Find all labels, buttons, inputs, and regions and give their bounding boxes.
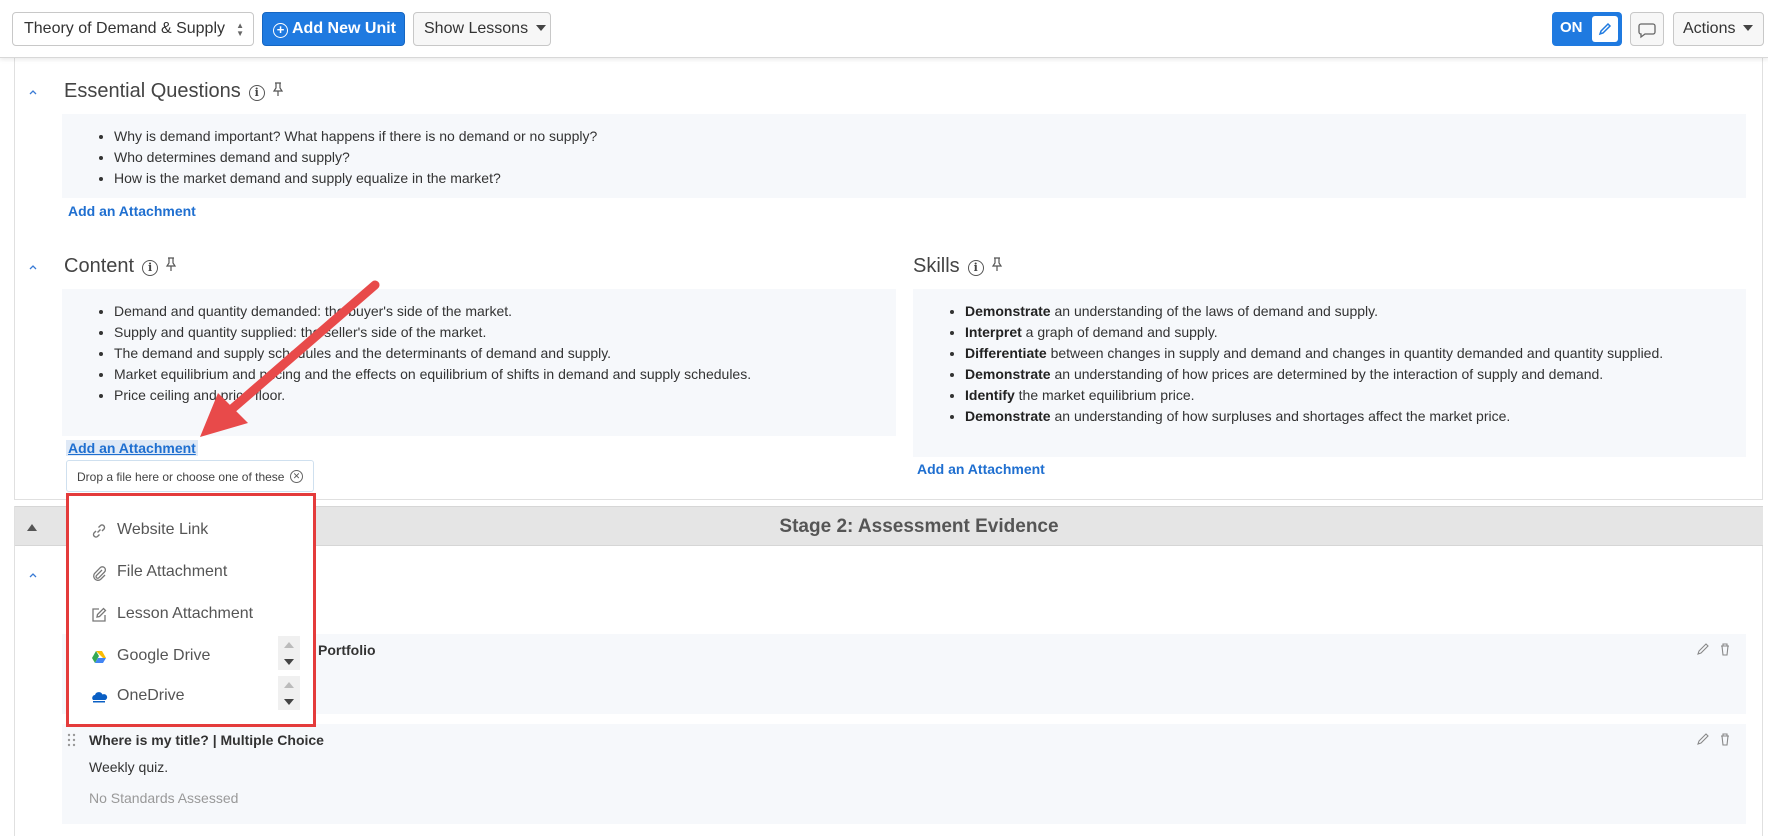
pin-icon[interactable]	[164, 256, 178, 272]
edit-icon[interactable]	[1696, 642, 1710, 656]
content-title: Content	[64, 255, 135, 277]
comment-button[interactable]	[1630, 12, 1664, 46]
onedrive-option[interactable]: OneDrive	[69, 676, 313, 716]
row-actions	[1696, 732, 1732, 751]
skill-verb: Demonstrate	[965, 408, 1051, 424]
list-item: How is the market demand and supply equa…	[114, 168, 1746, 189]
list-item: Identify the market equilibrium price.	[965, 385, 1746, 406]
list-item: Differentiate between changes in supply …	[965, 343, 1746, 364]
add-new-unit-button[interactable]: + Add New Unit	[262, 12, 405, 46]
skill-text: an understanding of how prices are deter…	[1050, 366, 1604, 382]
content-add-attachment-link[interactable]: Add an Attachment	[66, 440, 198, 456]
content-heading: Content i	[64, 255, 178, 278]
comment-icon	[1638, 23, 1656, 39]
google-drive-scroll-stepper[interactable]	[278, 636, 300, 670]
skill-verb: Differentiate	[965, 345, 1047, 361]
essential-questions-add-attachment-link[interactable]: Add an Attachment	[68, 203, 196, 219]
select-arrows-icon: ▲ ▼	[236, 21, 244, 38]
skill-text: the market equilibrium price.	[1014, 387, 1195, 403]
info-icon[interactable]: i	[142, 260, 159, 276]
link-icon	[92, 524, 106, 538]
plus-circle-icon: +	[273, 23, 288, 38]
assessment-item: Where is my title? | Multiple Choice Wee…	[62, 724, 1746, 824]
skill-verb: Identify	[965, 387, 1015, 403]
option-label: Google Drive	[117, 647, 211, 664]
assessment-title: Where is my title? | Multiple Choice	[89, 732, 324, 748]
file-attachment-option[interactable]: File Attachment	[69, 552, 313, 592]
unit-select[interactable]: Theory of Demand & Supply ▲ ▼	[12, 12, 254, 46]
arrow-up-icon[interactable]	[284, 682, 294, 688]
add-new-unit-label: Add New Unit	[292, 20, 396, 37]
attachment-drop-tip[interactable]: Drop a file here or choose one of these …	[66, 460, 314, 492]
row-actions	[1696, 642, 1732, 661]
arrow-up-icon[interactable]	[284, 642, 294, 648]
caret-down-icon	[1743, 25, 1754, 31]
website-link-option[interactable]: Website Link	[69, 510, 313, 550]
attachment-options-menu: Website Link File Attachment Lesson Atta…	[66, 493, 316, 727]
show-lessons-label: Show Lessons	[424, 20, 529, 37]
assessment-description: Weekly quiz.	[89, 759, 169, 775]
list-item: Demonstrate an understanding of how surp…	[965, 406, 1746, 427]
pin-icon[interactable]	[990, 256, 1004, 272]
onedrive-icon	[92, 692, 108, 703]
skills-title: Skills	[913, 255, 960, 277]
edit-icon[interactable]	[1696, 732, 1710, 746]
list-item: Who determines demand and supply?	[114, 147, 1746, 168]
essential-questions-heading: Essential Questions i	[64, 80, 285, 103]
content-panel: Demand and quantity demanded: the buyer'…	[62, 289, 896, 436]
paperclip-icon	[93, 566, 107, 581]
caret-down-icon	[536, 25, 547, 31]
toggle-label: ON	[1560, 19, 1583, 36]
edit-mode-toggle[interactable]: ON	[1552, 12, 1622, 46]
skill-text: an understanding of the laws of demand a…	[1050, 303, 1379, 319]
list-item: Interpret a graph of demand and supply.	[965, 322, 1746, 343]
skill-verb: Demonstrate	[965, 303, 1051, 319]
info-icon[interactable]: i	[967, 260, 984, 276]
option-label: Lesson Attachment	[117, 605, 254, 622]
standards-note: No Standards Assessed	[89, 790, 239, 806]
list-item: Why is demand important? What happens if…	[114, 126, 1746, 147]
pin-icon[interactable]	[271, 81, 285, 97]
option-label: Website Link	[117, 521, 209, 538]
trash-icon[interactable]	[1718, 642, 1732, 656]
drag-handle-icon[interactable]	[67, 733, 77, 747]
skill-text: an understanding of how surpluses and sh…	[1050, 408, 1511, 424]
skill-verb: Demonstrate	[965, 366, 1051, 382]
option-label: OneDrive	[117, 687, 185, 704]
show-lessons-button[interactable]: Show Lessons	[413, 12, 551, 46]
skills-panel: Demonstrate an understanding of the laws…	[913, 289, 1746, 457]
onedrive-scroll-stepper[interactable]	[278, 676, 300, 710]
arrow-down-icon[interactable]	[284, 699, 294, 705]
lesson-attachment-option[interactable]: Lesson Attachment	[69, 594, 313, 634]
edit-icon	[92, 607, 107, 622]
list-item: Demonstrate an understanding of the laws…	[965, 301, 1746, 322]
actions-label: Actions	[1683, 20, 1736, 37]
list-item: Demonstrate an understanding of how pric…	[965, 364, 1746, 385]
drop-tip-text: Drop a file here or choose one of these	[77, 470, 285, 484]
essential-questions-panel: Why is demand important? What happens if…	[62, 114, 1746, 198]
skill-verb: Interpret	[965, 324, 1022, 340]
actions-button[interactable]: Actions	[1673, 12, 1764, 46]
skill-text: a graph of demand and supply.	[1021, 324, 1218, 340]
info-icon[interactable]: i	[248, 85, 265, 101]
collapse-chevron-icon[interactable]	[26, 88, 40, 98]
essential-questions-title: Essential Questions	[64, 80, 241, 102]
trash-icon[interactable]	[1718, 732, 1732, 746]
option-label: File Attachment	[117, 563, 228, 580]
pencil-icon	[1592, 16, 1618, 42]
google-drive-icon	[92, 651, 106, 663]
annotation-arrow-icon	[200, 280, 380, 437]
unit-select-value: Theory of Demand & Supply	[24, 20, 225, 37]
collapse-chevron-icon[interactable]	[26, 571, 40, 581]
skill-text: between changes in supply and demand and…	[1046, 345, 1664, 361]
collapse-chevron-icon[interactable]	[26, 263, 40, 273]
close-icon[interactable]: ✕	[290, 470, 303, 483]
assessment-title: Portfolio	[318, 642, 376, 658]
skills-add-attachment-link[interactable]: Add an Attachment	[917, 461, 1045, 477]
toolbar: Theory of Demand & Supply ▲ ▼ + Add New Un…	[0, 0, 1768, 58]
arrow-down-icon[interactable]	[284, 659, 294, 665]
google-drive-option[interactable]: Google Drive	[69, 636, 313, 676]
skills-heading: Skills i	[913, 255, 1004, 278]
